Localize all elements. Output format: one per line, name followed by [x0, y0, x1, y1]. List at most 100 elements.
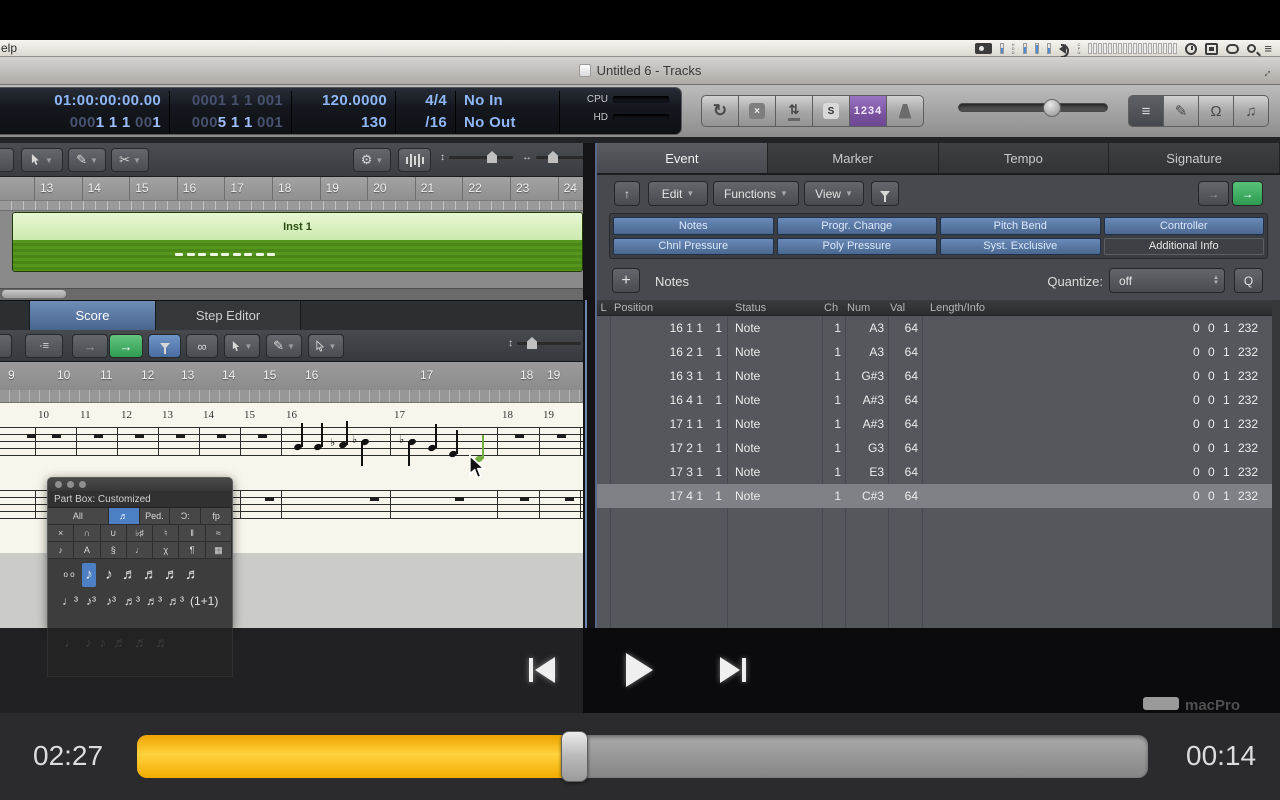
part-box-filter-icon[interactable]: fp	[201, 508, 232, 524]
view-menu-button[interactable]: View▼	[804, 181, 864, 206]
event-row[interactable]: 16 4 11Note1A#3640 0 1 232	[597, 388, 1272, 412]
filter-pitch-bend[interactable]: Pitch Bend	[940, 217, 1101, 235]
cycle-button[interactable]: ↻	[701, 95, 739, 127]
solo-button[interactable]: S	[812, 95, 850, 127]
alt-pointer-tool-button[interactable]: ▼	[308, 334, 344, 358]
window-title-bar[interactable]: Untitled 6 - Tracks ↔	[0, 57, 1280, 85]
notification-list-icon[interactable]: ≡	[1264, 43, 1272, 54]
seek-bar[interactable]	[137, 735, 1148, 778]
partial-button[interactable]	[0, 148, 14, 172]
volume-knob[interactable]	[1043, 99, 1061, 117]
filter-progr-change[interactable]: Progr. Change	[777, 217, 938, 235]
note-duration-button[interactable]: ♪	[82, 563, 96, 587]
screen-recording-icon[interactable]	[975, 43, 992, 54]
edit-menu-button[interactable]: Edit▼	[648, 181, 708, 206]
column-header-length-info[interactable]: Length/Info	[922, 302, 1280, 314]
inspector-button[interactable]: ·≡	[25, 334, 63, 358]
part-box-icon[interactable]: ∪	[101, 525, 127, 541]
loops-browser-button[interactable]: Ω	[1198, 95, 1234, 127]
tab-step-editor[interactable]: Step Editor	[156, 301, 301, 330]
add-event-button[interactable]: +	[612, 268, 640, 293]
skip-back-button[interactable]	[529, 657, 555, 683]
master-volume-slider[interactable]	[958, 103, 1108, 112]
quantize-q-button[interactable]: Q	[1234, 268, 1263, 293]
quantize-dropdown[interactable]: off ▲▼	[1109, 268, 1225, 293]
region-name[interactable]: Inst 1	[13, 213, 582, 240]
filter-syst-exclusive[interactable]: Syst. Exclusive	[940, 238, 1101, 256]
event-row[interactable]: 16 3 11Note1G#3640 0 1 232	[597, 364, 1272, 388]
column-header-val[interactable]: Val	[888, 302, 922, 314]
play-button[interactable]	[626, 653, 653, 687]
partial-button[interactable]	[0, 334, 12, 358]
note-duration-button[interactable]: ♬	[164, 563, 179, 587]
tab-signature[interactable]: Signature	[1109, 143, 1280, 173]
part-box-icon[interactable]: ♭♯	[127, 525, 153, 541]
event-row[interactable]: 16 1 11Note1A3640 0 1 232	[597, 316, 1272, 340]
score-window-scrollbar[interactable]	[585, 300, 587, 628]
column-header-num[interactable]: Num	[845, 302, 888, 314]
pencil-tool-button[interactable]: ✎▼	[68, 148, 106, 172]
note-duration-button[interactable]: (1+1)	[190, 589, 218, 613]
note-duration-button[interactable]: ♬	[185, 563, 200, 587]
lcd-tempo[interactable]: 120.0000 130	[292, 91, 396, 133]
media-browser-button[interactable]: ♫	[1233, 95, 1269, 127]
column-header-l[interactable]: L	[597, 302, 610, 314]
note-duration-button[interactable]: ♬	[143, 563, 158, 587]
column-header-status[interactable]: Status	[727, 302, 822, 314]
event-row[interactable]: 17 4 11Note1C#3640 0 1 232	[597, 484, 1272, 508]
tab-score[interactable]: Score	[29, 301, 156, 330]
settings-gear-button[interactable]: ⚙▼	[353, 148, 391, 172]
column-header-position[interactable]: Position	[610, 302, 727, 314]
event-row[interactable]: 17 1 11Note1A#3640 0 1 232	[597, 412, 1272, 436]
part-box-icon[interactable]: χ	[153, 542, 179, 558]
filter-notes[interactable]: Notes	[613, 217, 774, 235]
event-row[interactable]: 16 2 11Note1A3640 0 1 232	[597, 340, 1272, 364]
event-table-body[interactable]: 16 1 11Note1A3640 0 1 23216 2 11Note1A36…	[597, 316, 1272, 628]
note-duration-button[interactable]: ♪³	[84, 589, 98, 613]
note-duration-button[interactable]: ♬³	[168, 589, 184, 613]
part-box-icon[interactable]: ×	[48, 525, 74, 541]
scissors-tool-button[interactable]: ✂▼	[111, 148, 149, 172]
time-machine-icon[interactable]	[1185, 43, 1197, 55]
pointer-tool-button[interactable]: ▼	[224, 334, 260, 358]
tab-marker[interactable]: Marker	[768, 143, 939, 173]
filter-events-button[interactable]	[871, 181, 899, 206]
replace-button[interactable]: ⇅	[775, 95, 813, 127]
column-header-ch[interactable]: Ch	[822, 302, 845, 314]
event-row[interactable]: 17 3 11Note1E3640 0 1 232	[597, 460, 1272, 484]
horizontal-zoom-slider[interactable]: ↔	[522, 152, 592, 163]
pencil-tool-button[interactable]: ✎▼	[266, 334, 302, 358]
event-row[interactable]: 17 2 11Note1G3640 0 1 232	[597, 436, 1272, 460]
note-duration-button[interactable]: ♩³	[62, 589, 78, 613]
part-box-traffic-lights[interactable]	[48, 478, 232, 491]
filter-controller[interactable]: Controller	[1104, 217, 1265, 235]
flex-button[interactable]	[398, 148, 431, 172]
seek-handle[interactable]	[561, 731, 588, 782]
tab-event[interactable]: Event	[597, 143, 768, 173]
lcd-midi-io[interactable]: No In No Out	[456, 91, 560, 133]
midi-in-button[interactable]: →	[1198, 181, 1229, 206]
spotlight-icon[interactable]	[1247, 44, 1256, 53]
pointer-tool-button[interactable]: ▼	[21, 148, 63, 172]
functions-menu-button[interactable]: Functions▼	[713, 181, 799, 206]
link-button[interactable]: ∞	[186, 334, 218, 358]
part-box-filter-icon[interactable]: Ped.	[140, 508, 171, 524]
note-duration-button[interactable]: ♪³	[104, 589, 118, 613]
part-box-icon[interactable]: ‖	[179, 525, 205, 541]
lcd-position[interactable]: 0001 1 1 001 0005 1 1 001	[170, 91, 292, 133]
lists-button[interactable]: ≡	[1128, 95, 1164, 127]
note-duration-button[interactable]: ♬	[122, 563, 137, 587]
tracks-horizontal-scrollbar-track[interactable]	[0, 288, 583, 300]
event-list-scrollbar[interactable]	[1272, 300, 1280, 628]
messages-icon[interactable]	[1226, 44, 1239, 54]
part-box-icon[interactable]: §	[101, 542, 127, 558]
lcd-timecode[interactable]: 01:00:00:00.00 0001 1 1 001	[0, 91, 170, 133]
part-box-icon[interactable]: ∩	[74, 525, 100, 541]
skip-forward-button[interactable]	[720, 657, 746, 683]
event-table-header[interactable]: LPositionStatusChNumValLength/Info	[597, 300, 1280, 316]
filter-chnl-pressure[interactable]: Chnl Pressure	[613, 238, 774, 256]
part-box-icon[interactable]: ♪	[48, 542, 74, 558]
note-duration-button[interactable]: ♬³	[124, 589, 140, 613]
part-box-icon[interactable]: ♮	[153, 525, 179, 541]
part-box-all-filter[interactable]: All	[48, 508, 109, 524]
